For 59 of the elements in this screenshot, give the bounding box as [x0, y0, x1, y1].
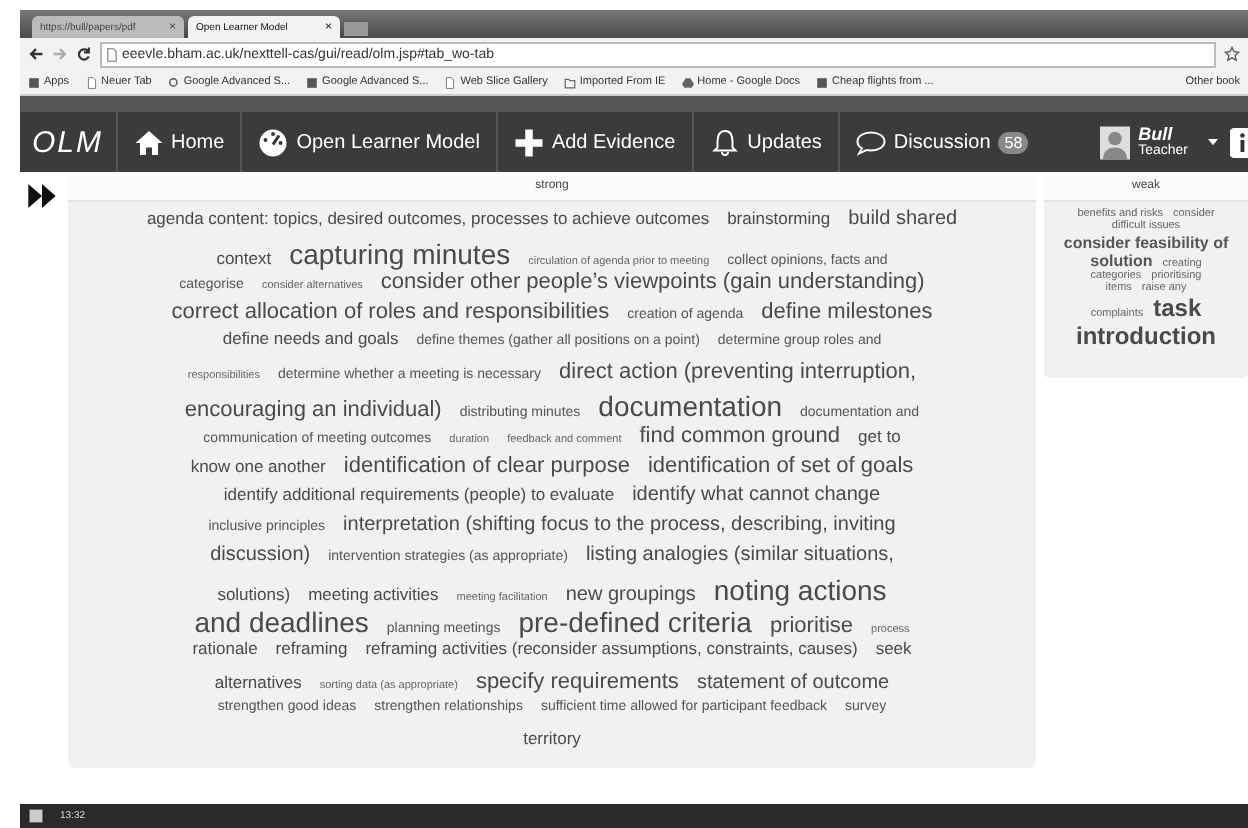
plus-icon: [513, 127, 544, 157]
cloud-term[interactable]: direct action (preventing interruption,: [559, 360, 917, 386]
cloud-term[interactable]: statement of outcome: [696, 671, 890, 695]
logo-text: OLM: [32, 125, 104, 159]
page-icon: [444, 75, 457, 89]
cloud-term[interactable]: encouraging an individual): [184, 398, 442, 424]
speech-bubble-icon: [855, 127, 886, 157]
cloud-term[interactable]: define milestones: [761, 300, 933, 326]
cloud-term[interactable]: reframing activities (reconsider assumptions, constraints, causes): [365, 639, 858, 660]
cloud-term[interactable]: reframing: [275, 639, 348, 660]
info-icon[interactable]: [1230, 127, 1248, 157]
cloud-term[interactable]: identification of set of goals: [647, 453, 914, 479]
cloud-term[interactable]: solution: [1090, 251, 1153, 270]
home-icon: [133, 127, 164, 157]
cloud-term[interactable]: interpretation (shifting focus to the process, describing, inviting: [343, 513, 896, 537]
cloud-term[interactable]: noting actions: [713, 573, 887, 606]
cloud-term[interactable]: consider feasibility of: [1063, 233, 1229, 252]
cloud-term[interactable]: consider other people’s viewpoints (gain understanding): [380, 270, 925, 296]
cloud-term[interactable]: know one another: [190, 457, 326, 477]
cloud-term[interactable]: find common ground: [639, 423, 841, 449]
cloud-term[interactable]: territory: [523, 729, 581, 750]
start-icon[interactable]: [28, 808, 44, 824]
cloud-term[interactable]: build shared: [848, 208, 958, 231]
count-badge: 58: [998, 131, 1029, 153]
cloud-term[interactable]: context: [216, 250, 272, 270]
cloud-term[interactable]: documentation: [598, 390, 783, 423]
star-icon[interactable]: [1224, 46, 1240, 62]
cloud-term[interactable]: brainstorming: [727, 210, 831, 230]
cloud-term[interactable]: introduction: [1076, 323, 1216, 351]
cloud-term[interactable]: pre-defined criteria: [518, 606, 752, 639]
bell-icon: [709, 127, 740, 157]
cloud-term[interactable]: task: [1153, 295, 1202, 324]
cloud-term[interactable]: new groupings: [565, 583, 696, 607]
user-name[interactable]: Bull: [1138, 126, 1188, 144]
cloud-term[interactable]: and deadlines: [194, 606, 369, 639]
reload-icon[interactable]: [76, 46, 92, 62]
back-icon[interactable]: [28, 46, 44, 62]
cloud-term[interactable]: capturing minutes: [289, 238, 511, 271]
cloud-term[interactable]: correct allocation of roles and responsibilities: [171, 300, 610, 326]
cloud-term[interactable]: specify requirements: [475, 669, 679, 696]
cloud-term[interactable]: identification of clear purpose: [343, 453, 630, 479]
cloud-term[interactable]: alternatives: [214, 673, 302, 694]
avatar-icon: [1100, 125, 1131, 159]
cloud-term[interactable]: meeting activities: [308, 585, 439, 605]
expand-icon[interactable]: [28, 184, 56, 208]
cloud-term[interactable]: get to: [858, 427, 901, 447]
cloud-term[interactable]: rationale: [192, 639, 258, 660]
folder-icon: [563, 75, 576, 89]
cloud-term[interactable]: listing analogies (similar situations,: [585, 543, 894, 567]
cloud-term[interactable]: identify additional requirements (people) to evaluate: [223, 485, 615, 505]
cloud-term[interactable]: solutions): [217, 585, 291, 605]
cloud-term[interactable]: seek: [875, 639, 912, 660]
cloud-term[interactable]: identify what cannot change: [632, 483, 881, 507]
gauge-icon: [258, 127, 289, 157]
cloud-term[interactable]: prioritise: [769, 614, 854, 640]
cloud-term[interactable]: discussion): [210, 543, 311, 567]
caret-icon[interactable]: [1208, 138, 1218, 146]
cloud-term[interactable]: define needs and goals: [222, 330, 399, 350]
cloud-term[interactable]: agenda content: topics, desired outcomes, processes to achieve outcomes: [146, 210, 710, 230]
